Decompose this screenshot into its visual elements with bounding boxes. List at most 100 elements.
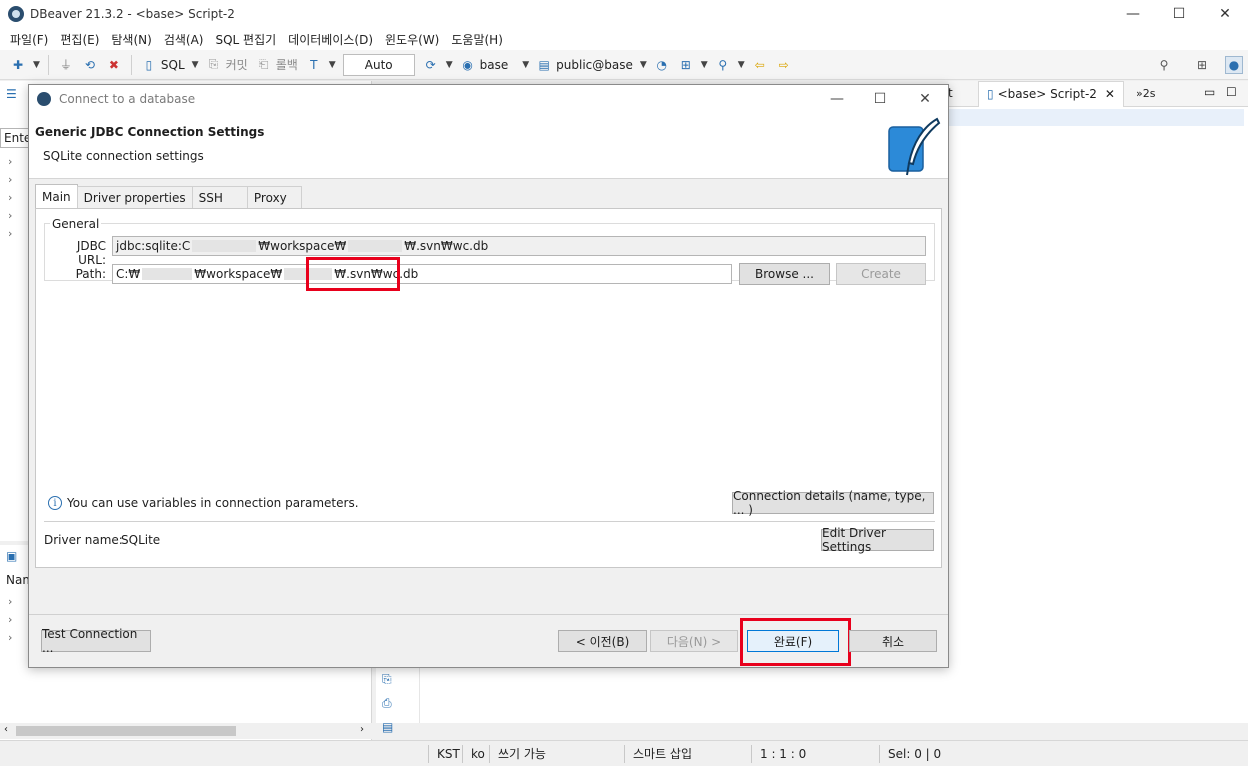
tab-driver-properties[interactable]: Driver properties — [76, 186, 193, 208]
dialog-minimize-button[interactable]: — — [815, 85, 859, 113]
tab-proxy[interactable]: Proxy — [246, 186, 302, 208]
driver-name-label: Driver name: — [44, 533, 123, 547]
datasource-selector[interactable]: base — [480, 58, 509, 72]
schema-selector[interactable]: public@base — [556, 58, 633, 72]
rollback-button: 롤백 — [275, 58, 298, 72]
editor-tab-bar: t ▯ <base> Script-2 ✕ »2s ▭ ☐ — [948, 80, 1248, 107]
chevron-down-icon[interactable]: ▼ — [522, 60, 529, 70]
chevron-down-icon[interactable]: ▼ — [446, 60, 453, 70]
dbeaver-perspective-icon[interactable]: ● — [1225, 55, 1243, 74]
chevron-down-icon[interactable]: ▼ — [701, 60, 708, 70]
menu-database[interactable]: 데이터베이스(D) — [282, 31, 379, 48]
create-button: Create — [836, 263, 926, 285]
jdbc-url-field[interactable]: jdbc:sqlite:C ₩workspace₩ ₩.svn₩wc.db — [112, 236, 926, 256]
chevron-down-icon[interactable]: ▼ — [329, 60, 336, 70]
menu-navigate[interactable]: 탐색(N) — [105, 31, 157, 48]
rollback-icon: ⎗ — [258, 57, 269, 71]
maximize-view-icon[interactable]: ☐ — [1226, 85, 1237, 99]
jdbc-url-prefix: jdbc:sqlite:C — [116, 239, 191, 253]
separator — [44, 521, 935, 522]
auto-commit-box[interactable]: Auto — [342, 53, 415, 76]
menu-edit[interactable]: 편집(E) — [54, 31, 105, 48]
menu-window[interactable]: 윈도우(W) — [379, 31, 445, 48]
transaction-mode-icon[interactable]: T — [305, 56, 323, 74]
variables-hint: You can use variables in connection para… — [67, 496, 359, 510]
tab-ssh[interactable]: SSH — [191, 186, 248, 208]
dialog-close-button[interactable]: ✕ — [903, 85, 947, 113]
test-connection-button[interactable]: Test Connection ... — [41, 627, 151, 655]
minimize-button[interactable]: — — [1110, 0, 1156, 28]
status-locale: ko — [462, 745, 485, 763]
dialog-title: Connect to a database — [59, 92, 196, 106]
tab-main[interactable]: Main — [35, 184, 78, 208]
redacted-segment — [142, 268, 193, 280]
navigator-filter-input[interactable]: Ente — [0, 128, 31, 148]
tab-script-2[interactable]: ▯ <base> Script-2 ✕ — [978, 80, 1124, 107]
dialog-header: Generic JDBC Connection Settings SQLite … — [29, 113, 948, 179]
status-position: 1 : 1 : 0 — [751, 745, 806, 763]
new-connection-icon[interactable]: ✚ — [9, 56, 27, 74]
forward-arrow-icon[interactable]: ⇨ — [775, 56, 793, 74]
project-tree[interactable]: › › › — [8, 593, 12, 647]
path-highlight-box — [306, 257, 400, 291]
redacted-segment — [192, 240, 257, 252]
navigator-tree[interactable]: › › › › › — [8, 153, 12, 243]
sql-button[interactable]: SQL — [161, 58, 185, 72]
path-workspace: ₩workspace₩ — [194, 267, 283, 281]
close-tab-icon[interactable]: ✕ — [1105, 87, 1115, 101]
editor-tool-icons[interactable]: ⎘ ⎙ ▤ — [382, 667, 393, 739]
commit-icon: ⎘ — [208, 57, 219, 71]
connection-details-button[interactable]: Connection details (name, type, ... ) — [732, 489, 934, 517]
disconnect-icon[interactable]: ✖ — [105, 56, 123, 74]
back-arrow-icon[interactable]: ⇦ — [751, 56, 769, 74]
jdbc-url-workspace: ₩workspace₩ — [258, 239, 347, 253]
status-write-mode: 쓰기 가능 — [489, 745, 546, 763]
dashboard-icon[interactable]: ◔ — [653, 56, 671, 74]
menu-bar: 파일(F) 편집(E) 탐색(N) 검색(A) SQL 편집기 데이터베이스(D… — [0, 28, 1248, 50]
menu-sql-editor[interactable]: SQL 편집기 — [209, 31, 282, 48]
edit-driver-settings-button[interactable]: Edit Driver Settings — [821, 526, 934, 554]
close-button[interactable]: ✕ — [1202, 0, 1248, 28]
sql-editor-icon[interactable]: ▯ — [140, 56, 158, 74]
invalidate-icon[interactable]: ⟲ — [81, 56, 99, 74]
tab-overflow[interactable]: »2s — [1136, 87, 1155, 100]
global-search-icon[interactable]: ⚲ — [1155, 56, 1173, 74]
path-input[interactable]: C:₩ ₩workspace₩ ₩.svn₩wc.db — [112, 264, 732, 284]
info-icon: i — [48, 496, 62, 510]
chevron-down-icon[interactable]: ▼ — [640, 60, 647, 70]
connect-icon[interactable]: ⏚ — [57, 56, 75, 74]
horizontal-scrollbar[interactable]: ‹ › — [0, 723, 372, 739]
network-icon[interactable]: ⊞ — [677, 56, 695, 74]
minimize-view-icon[interactable]: ▭ — [1204, 85, 1215, 99]
maximize-button[interactable]: ☐ — [1156, 0, 1202, 28]
schema-icon: ▤ — [538, 57, 550, 72]
jdbc-url-label: JDBC URL: — [76, 239, 106, 267]
app-titlebar: DBeaver 21.3.2 - <base> Script-2 — ☐ ✕ — [0, 0, 1248, 28]
driver-name-value: SQLite — [121, 533, 161, 547]
history-icon[interactable]: ⟳ — [422, 56, 440, 74]
navigator-icon: ☰ — [6, 87, 17, 101]
dialog-maximize-button[interactable]: ☐ — [858, 85, 902, 113]
dialog-header-subtitle: SQLite connection settings — [43, 149, 204, 163]
finish-highlight-box — [740, 618, 851, 666]
cancel-button[interactable]: 취소 — [849, 630, 937, 652]
tab-script-2-label: <base> Script-2 — [997, 87, 1097, 101]
main-tab-body: General JDBC URL: jdbc:sqlite:C ₩workspa… — [35, 208, 942, 568]
footer-separator — [29, 614, 948, 615]
back-button[interactable]: < 이전(B) — [558, 630, 647, 652]
chevron-down-icon[interactable]: ▼ — [738, 60, 745, 70]
perspective-icon[interactable]: ⊞ — [1193, 56, 1211, 74]
status-timezone: KST — [428, 745, 460, 763]
menu-file[interactable]: 파일(F) — [4, 31, 54, 48]
dbeaver-logo-icon — [37, 92, 51, 106]
dbeaver-logo-icon — [8, 6, 24, 22]
path-prefix: C:₩ — [116, 267, 141, 281]
menu-help[interactable]: 도움말(H) — [445, 31, 509, 48]
chevron-down-icon[interactable]: ▼ — [33, 60, 40, 70]
search-icon[interactable]: ⚲ — [714, 56, 732, 74]
dialog-tabs: Main Driver properties SSH Proxy — [35, 184, 302, 208]
menu-search[interactable]: 검색(A) — [158, 31, 210, 48]
general-group-label: General — [50, 217, 102, 231]
chevron-down-icon[interactable]: ▼ — [192, 60, 199, 70]
browse-button[interactable]: Browse ... — [739, 263, 830, 285]
